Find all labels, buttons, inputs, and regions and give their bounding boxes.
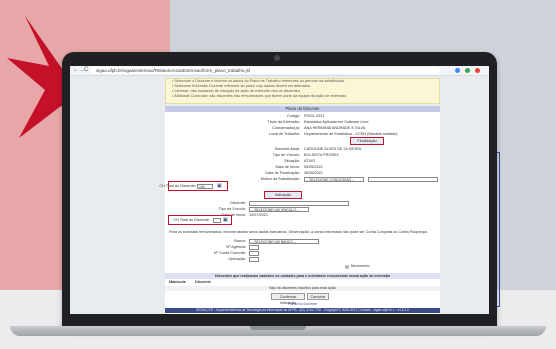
ind-tipo-vinculo-label: Tipo de Vínculo: [218,207,246,211]
local-label: Local de Trabalho: [268,132,300,136]
page-footer: SIGAA | STI - Superintendência de Tecnol… [165,308,440,313]
instructions-box: • Selecione o Discente e informe os dado… [165,78,440,104]
coordenador-value: ANA HERMINIA ANDRADE E SILVA [304,126,366,130]
movimento-label[interactable]: Movimento [351,264,370,268]
tipo-vinculo-value: BOLSISTA PROBEX [304,153,339,157]
data-inicio-value: 05/05/2021 [304,165,324,169]
codigo-label: Código: [286,114,300,118]
local-value: Departamento de Estatística - CCEN (Mant… [304,132,398,136]
laptop-base-notch [250,326,306,330]
highlight-indicacao [264,191,302,199]
data-finalizacao-value: 30/06/2021 [304,171,324,175]
column-discente: Discente [195,280,211,284]
discente-label: Discente: [230,201,246,205]
empty-table-row: Não há discentes inscritos para esta açã… [165,286,440,291]
ind-data-inicio-value: 10/07/2021 [249,213,269,217]
extension-icon[interactable] [465,68,470,73]
banco-select[interactable]: -- SELECIONE UM BANCO -- [249,239,319,244]
address-bar[interactable]: sigaa.ufpb.br/sigaa/extensao/RelatorioAc… [90,67,440,74]
profile-avatar[interactable] [475,68,480,73]
discente-input[interactable] [249,201,349,206]
highlight-ind-ch-total [168,215,232,225]
extension-icon[interactable] [455,68,460,73]
agencia-label: Nº Agência: [226,245,246,249]
form-panel: Plano do Discente Código: PJ001-2021 Tít… [159,106,440,314]
situacao-label: Situação: [284,159,300,163]
bank-instructions: Para os bolsistas remunerados, informe a… [169,230,428,234]
laptop-screen: ← → C sigaa.ufpb.br/sigaa/extensao/Relat… [70,66,489,314]
conta-label: Nº Conta Corrente: [213,251,246,255]
section-header-plano: Plano do Discente [165,106,440,112]
page-content: • Selecione o Discente e informe os dado… [70,76,489,314]
column-matricula: Matrícula [169,280,186,284]
document-icon[interactable]: ▤ [345,264,349,269]
codigo-value: PJ001-2021 [304,114,325,118]
highlight-finalizacao [350,137,384,145]
webcam [274,55,280,61]
operacao-label: Operação: [228,257,246,261]
motivo-detail-input[interactable] [368,177,438,182]
ind-tipo-vinculo-select[interactable]: -- SELECIONE UM VÍNCULO -- [249,207,309,212]
operacao-input[interactable] [249,257,259,262]
data-finalizacao-label: Data de Finalização: [265,171,300,175]
titulo-value: Estatística Aplicada em Software Livre [304,120,369,124]
motivo-select[interactable]: -- SELECIONE CONCESSÃO -- [304,177,364,182]
tipo-vinculo-label: Tipo de Vínculo: [272,153,300,157]
coordenador-label: Coordenador(a): [272,126,300,130]
motivo-label: Motivo da Substituição: [260,177,300,181]
confirm-button[interactable]: Confirmar Indicação [271,293,305,305]
discente-atual-value: CAROLINE ALVES DE OLIVEIRA [304,147,362,151]
data-inicio-label: Data de Início: [275,165,300,169]
browser-toolbar: ← → C sigaa.ufpb.br/sigaa/extensao/Relat… [70,66,489,76]
conta-input[interactable] [249,251,259,256]
portal-link[interactable]: Portal do Docente [165,302,440,307]
discente-atual-label: Discente Atual: [274,147,300,151]
cancel-button[interactable]: Cancelar [307,293,329,300]
reload-icon[interactable]: C [84,67,88,74]
situacao-value: ATIVO [304,159,316,163]
titulo-label: Título da Extensão: [267,120,300,124]
highlight-ch-total [168,181,228,191]
laptop-frame: ← → C sigaa.ufpb.br/sigaa/extensao/Relat… [62,52,497,330]
instruction-line: • Atividade Curricular: são discentes nã… [172,94,348,98]
agencia-input[interactable] [249,245,259,250]
section-header-discentes: Discentes que realizaram cadastro no cad… [165,273,440,279]
banco-label: Banco: [234,239,246,243]
